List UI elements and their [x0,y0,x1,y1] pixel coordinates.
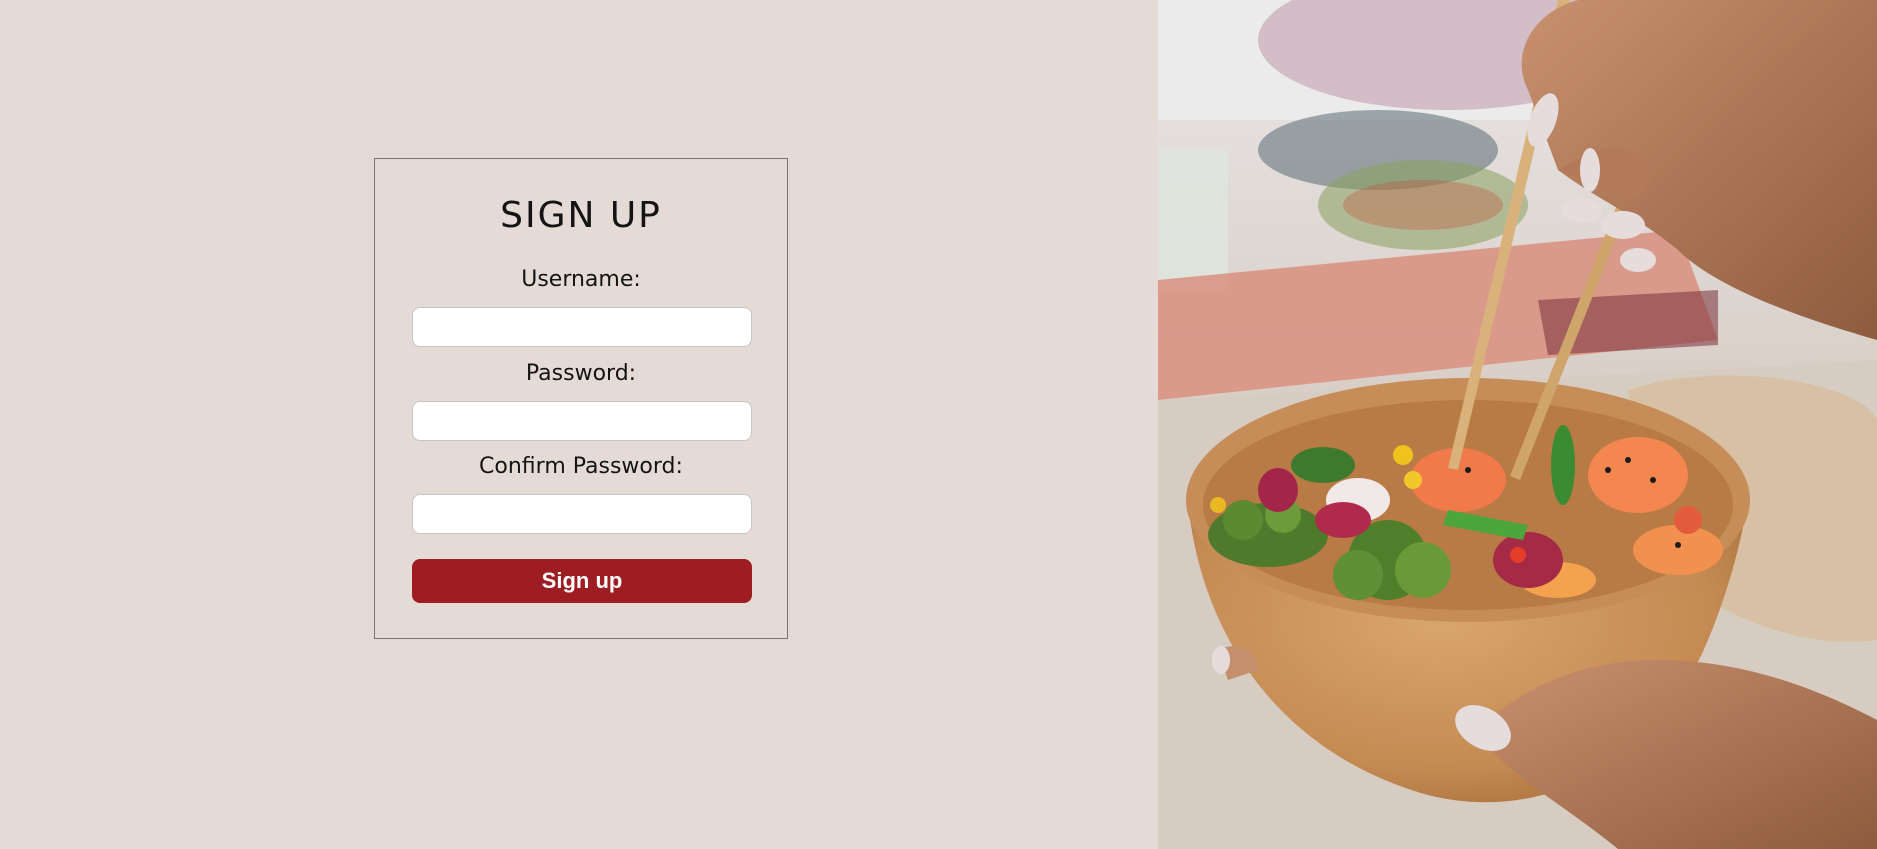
password-input[interactable] [412,401,752,441]
form-title: SIGN UP [500,195,662,236]
sign-up-button[interactable]: Sign up [412,559,752,603]
poke-bowl-image [1158,0,1877,849]
form-panel: SIGN UP Username: Password: Confirm Pass… [0,0,1158,849]
confirm-password-input[interactable] [412,494,752,534]
signup-form: SIGN UP Username: Password: Confirm Pass… [374,158,788,639]
hero-photo [1158,0,1877,849]
username-input[interactable] [412,307,752,347]
signup-page: SIGN UP Username: Password: Confirm Pass… [0,0,1877,849]
username-label: Username: [521,267,641,292]
password-label: Password: [525,361,637,386]
confirm-password-label: Confirm Password: [479,454,683,479]
